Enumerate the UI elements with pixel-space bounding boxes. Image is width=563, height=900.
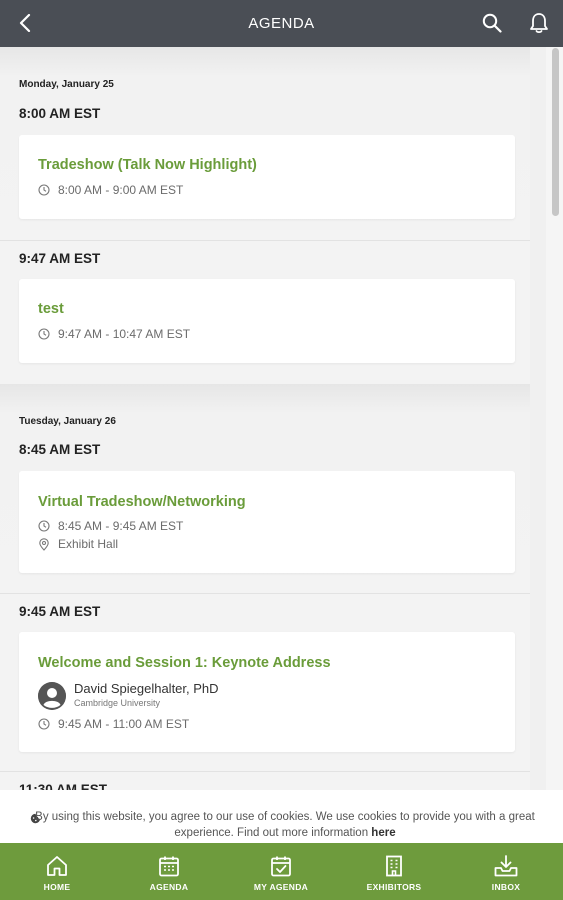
session-time: 8:00 AM - 9:00 AM EST — [38, 183, 183, 197]
tab-label: HOME — [43, 882, 71, 892]
session-card[interactable]: Tradeshow (Talk Now Highlight) 8:00 AM -… — [19, 135, 515, 219]
chevron-left-icon — [19, 14, 31, 32]
calendar-check-icon — [271, 856, 291, 877]
top-app-bar: AGENDA — [0, 0, 563, 47]
session-title[interactable]: test — [38, 301, 64, 317]
user-avatar-icon — [38, 682, 66, 710]
tab-label: MY AGENDA — [253, 882, 309, 892]
time-slot-heading: 8:00 AM EST — [19, 106, 101, 121]
time-slot-heading: 8:45 AM EST — [19, 442, 101, 457]
clock-icon — [38, 328, 50, 340]
back-button[interactable] — [14, 11, 36, 35]
day-section: Monday, January 25 8:00 AM EST Tradeshow… — [0, 47, 530, 242]
time-slot-heading: 9:45 AM EST — [19, 604, 101, 619]
clock-icon — [38, 520, 50, 532]
time-slot: 9:45 AM EST Welcome and Session 1: Keyno… — [0, 594, 530, 771]
cookie-more-info-link[interactable]: here — [371, 827, 395, 839]
bottom-tab-bar: HOME AGENDA MY AGENDA EXHIBITORS INBOX — [0, 843, 563, 900]
tab-inbox[interactable]: INBOX — [471, 843, 541, 900]
day-date: Tuesday, January 26 — [19, 416, 116, 427]
search-button[interactable] — [480, 11, 504, 35]
clock-icon — [38, 718, 50, 730]
tab-exhibitors[interactable]: EXHIBITORS — [354, 843, 434, 900]
tab-agenda[interactable]: AGENDA — [134, 843, 204, 900]
time-slot-heading: 11:30 AM EST — [19, 782, 108, 790]
speaker-avatar[interactable] — [38, 682, 66, 710]
session-time-text: 8:00 AM - 9:00 AM EST — [58, 183, 184, 197]
bell-icon — [530, 13, 548, 34]
day-date: Monday, January 25 — [19, 79, 114, 90]
session-time-text: 8:45 AM - 9:45 AM EST — [58, 519, 184, 533]
cookie-banner: By using this website, you agree to our … — [0, 790, 563, 843]
cookie-message-text: By using this website, you agree to our … — [35, 811, 535, 839]
session-time: 9:47 AM - 10:47 AM EST — [38, 327, 190, 341]
time-slot: 11:30 AM EST — [0, 772, 530, 790]
agenda-list[interactable]: Monday, January 25 8:00 AM EST Tradeshow… — [0, 47, 530, 790]
search-icon — [482, 13, 502, 33]
session-card[interactable]: test 9:47 AM - 10:47 AM EST — [19, 279, 515, 363]
building-icon — [386, 855, 402, 877]
notifications-button[interactable] — [527, 11, 551, 35]
session-title[interactable]: Tradeshow (Talk Now Highlight) — [38, 157, 257, 173]
time-slot-heading: 9:47 AM EST — [19, 251, 101, 266]
session-time: 8:45 AM - 9:45 AM EST — [38, 519, 183, 533]
clock-icon — [38, 184, 50, 196]
session-title[interactable]: Welcome and Session 1: Keynote Address — [38, 655, 331, 671]
inbox-icon — [494, 855, 518, 877]
session-card[interactable]: Virtual Tradeshow/Networking 8:45 AM - 9… — [19, 471, 515, 573]
time-slot: 9:47 AM EST test 9:47 AM - 10:47 AM EST — [0, 241, 530, 384]
tab-my-agenda[interactable]: MY AGENDA — [241, 843, 321, 900]
session-location: Exhibit Hall — [38, 537, 118, 551]
tab-label: AGENDA — [149, 882, 189, 892]
map-pin-icon — [39, 537, 49, 551]
day-section: Tuesday, January 26 8:45 AM EST Virtual … — [0, 384, 530, 593]
session-title[interactable]: Virtual Tradeshow/Networking — [38, 494, 246, 510]
tab-label: EXHIBITORS — [366, 882, 422, 892]
cookie-message: By using this website, you agree to our … — [20, 809, 550, 841]
scrollbar-thumb[interactable] — [552, 48, 559, 216]
speaker-organization: Cambridge University — [74, 698, 161, 708]
session-location-text: Exhibit Hall — [58, 537, 119, 551]
tab-home[interactable]: HOME — [22, 843, 92, 900]
speaker-name[interactable]: David Spiegelhalter, PhD — [74, 681, 219, 696]
home-icon — [47, 856, 67, 876]
tab-label: INBOX — [491, 882, 521, 892]
session-time-text: 9:45 AM - 11:00 AM EST — [58, 717, 190, 731]
calendar-icon — [159, 856, 179, 877]
page-title: AGENDA — [248, 15, 315, 32]
session-card[interactable]: Welcome and Session 1: Keynote Address D… — [19, 632, 515, 752]
session-time: 9:45 AM - 11:00 AM EST — [38, 717, 189, 731]
session-time-text: 9:47 AM - 10:47 AM EST — [58, 327, 191, 341]
